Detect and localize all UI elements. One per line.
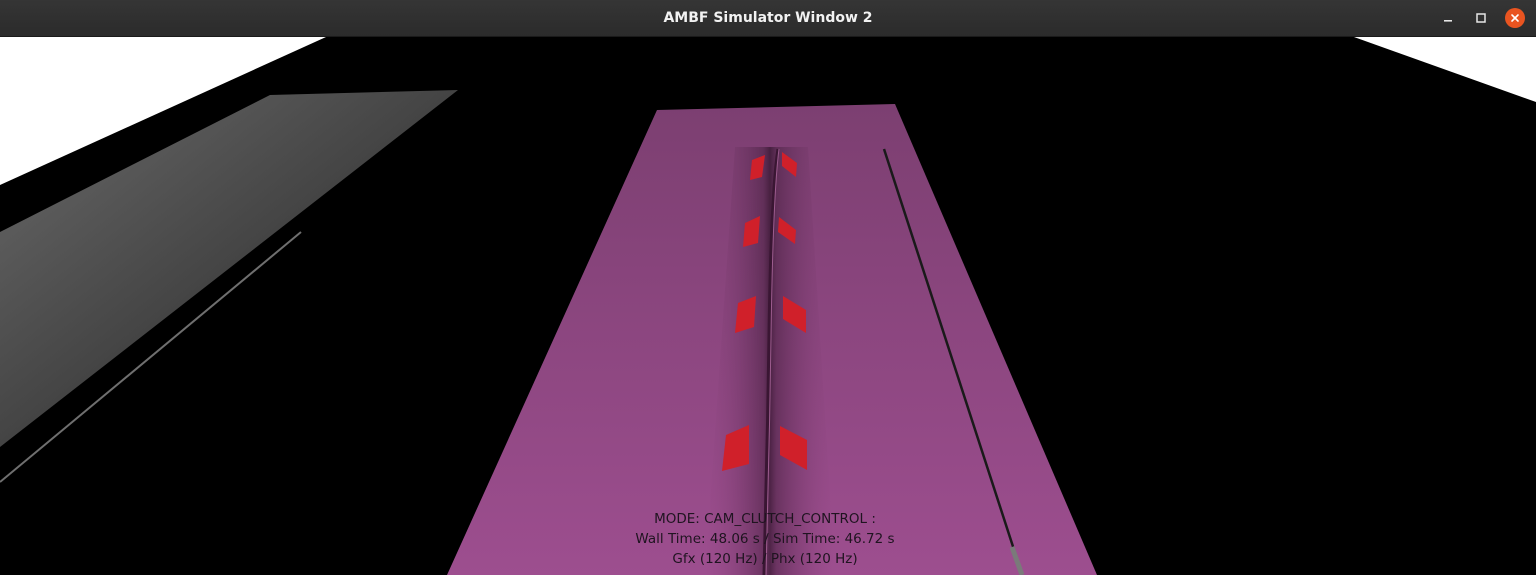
maximize-button[interactable]	[1471, 8, 1491, 28]
status-overlay: MODE: CAM_CLUTCH_CONTROL : Wall Time: 48…	[565, 509, 965, 569]
window-title: AMBF Simulator Window 2	[663, 10, 873, 26]
3d-scene[interactable]	[0, 37, 1536, 575]
close-button[interactable]	[1505, 8, 1525, 28]
mode-text: MODE: CAM_CLUTCH_CONTROL :	[654, 511, 876, 527]
title-bar[interactable]: AMBF Simulator Window 2	[0, 0, 1536, 37]
close-icon	[1511, 14, 1519, 22]
rate-text: Gfx (120 Hz) / Phx (120 Hz)	[672, 551, 858, 567]
minimize-button[interactable]	[1438, 8, 1458, 28]
maximize-icon	[1476, 13, 1486, 23]
time-text: Wall Time: 48.06 s / Sim Time: 46.72 s	[635, 531, 895, 547]
minimize-icon	[1444, 20, 1452, 22]
white-plane-right	[1354, 37, 1536, 102]
render-viewport[interactable]: MODE: CAM_CLUTCH_CONTROL : Wall Time: 48…	[0, 37, 1536, 575]
simulator-window: AMBF Simulator Window 2 MODE: CAM_CLUTCH…	[0, 0, 1536, 575]
